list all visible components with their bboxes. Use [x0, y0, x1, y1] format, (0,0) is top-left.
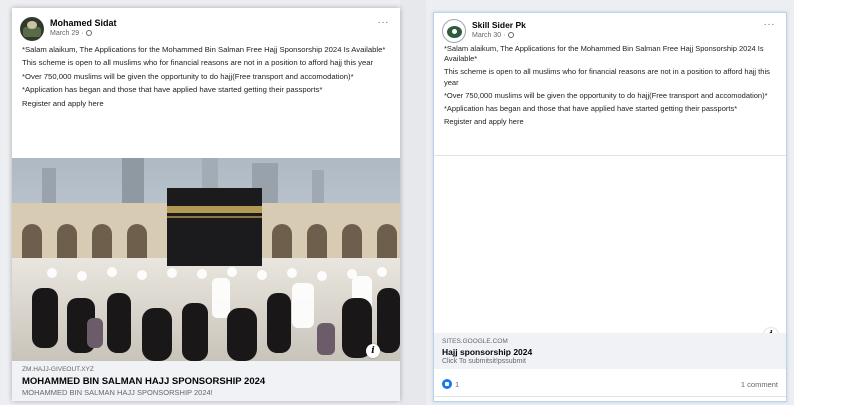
post-paragraph: This scheme is open to all muslims who f…: [444, 67, 770, 87]
post-paragraph: Register and apply here: [22, 98, 104, 108]
like-icon: [442, 379, 452, 389]
link-preview[interactable]: ZM.HAJJ-GIVEOUT.XYZ MOHAMMED BIN SALMAN …: [12, 361, 400, 401]
facebook-post-left: Mohamed Sidat March 29 · ··· *Salam alai…: [12, 8, 400, 401]
post-meta: March 30 ·: [472, 32, 515, 39]
post-paragraph: Register and apply here: [444, 117, 524, 127]
post-text: *Salam alaikum, The Applications for the…: [444, 44, 776, 130]
post-paragraph: *Application has began and those that ha…: [22, 85, 323, 95]
globe-icon: [508, 32, 515, 38]
post-date[interactable]: March 29: [50, 30, 79, 37]
post-paragraph: *Salam alaikum, The Applications for the…: [22, 45, 386, 54]
post-paragraph: This scheme is open to all muslims who f…: [22, 58, 374, 68]
more-options-icon[interactable]: ···: [378, 17, 390, 28]
post-text: *Salam alaikum, The Applications for the…: [22, 45, 390, 112]
reaction-count: 1: [455, 380, 460, 389]
link-domain: SITES.GOOGLE.COM: [442, 338, 508, 345]
link-preview-image[interactable]: i: [434, 155, 786, 343]
post-paragraph: *Application has began and those that ha…: [444, 104, 738, 114]
post-header: Mohamed Sidat March 29 · ···: [20, 17, 392, 43]
background-margin: [794, 0, 856, 405]
link-title[interactable]: Hajj sponsorship 2024: [442, 347, 532, 357]
author-name[interactable]: Skill Sider Pk: [472, 20, 526, 30]
meta-separator: ·: [503, 32, 506, 39]
post-header: Skill Sider Pk March 30 · ···: [442, 19, 778, 45]
post-paragraph: *Salam alaikum, The Applications for the…: [444, 44, 764, 64]
reaction-summary[interactable]: 1: [442, 379, 459, 389]
link-subtitle: Click To submitsit!pssubmit: [442, 358, 526, 365]
meta-separator: ·: [81, 30, 84, 37]
background-gap: [400, 0, 426, 405]
post-paragraph: *Over 750,000 muslims will be given the …: [22, 71, 354, 81]
facebook-post-right: Skill Sider Pk March 30 · ··· *Salam ala…: [433, 12, 787, 402]
post-date[interactable]: March 30: [472, 32, 501, 39]
link-title[interactable]: MOHAMMED BIN SALMAN HAJJ SPONSORSHIP 202…: [22, 376, 265, 387]
link-subtitle: MOHAMMED BIN SALMAN HAJJ SPONSORSHIP 202…: [22, 388, 213, 397]
avatar[interactable]: [442, 19, 466, 43]
kaaba-photo[interactable]: i: [12, 158, 400, 361]
comment-count[interactable]: 1 comment: [741, 380, 778, 389]
globe-icon: [86, 30, 93, 36]
post-paragraph: *Over 750,000 muslims will be given the …: [444, 90, 768, 100]
link-preview[interactable]: SITES.GOOGLE.COM Hajj sponsorship 2024 C…: [434, 333, 786, 369]
more-options-icon[interactable]: ···: [764, 19, 776, 30]
post-meta: March 29 ·: [50, 30, 93, 37]
author-name[interactable]: Mohamed Sidat: [50, 18, 117, 28]
info-icon[interactable]: i: [366, 344, 380, 358]
avatar[interactable]: [20, 17, 44, 41]
link-domain: ZM.HAJJ-GIVEOUT.XYZ: [22, 366, 94, 373]
divider: [434, 396, 786, 397]
